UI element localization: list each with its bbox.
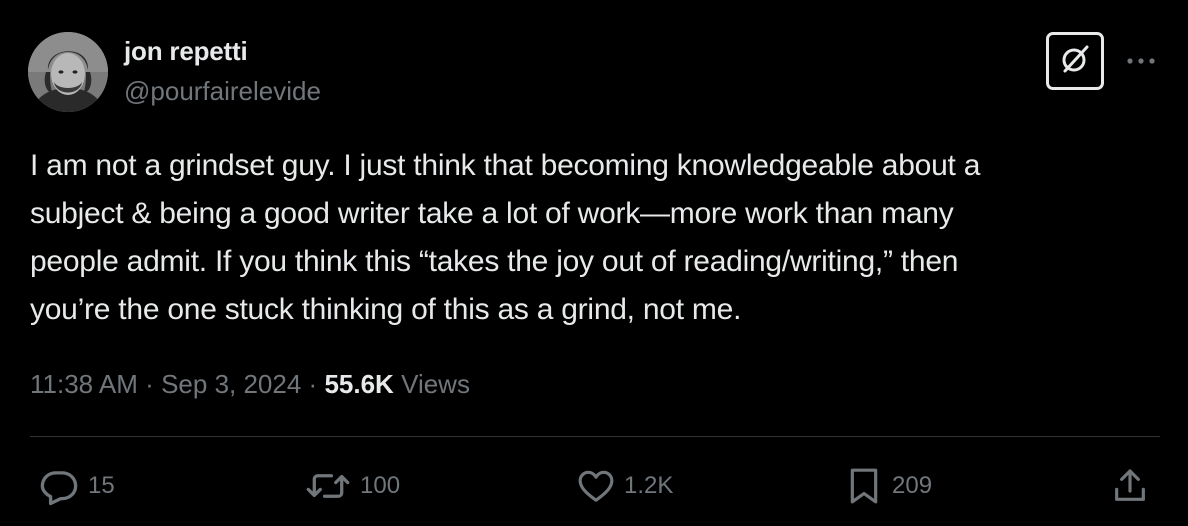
meta-separator: · — [308, 369, 318, 399]
post-date[interactable]: Sep 3, 2024 — [161, 369, 301, 399]
display-name[interactable]: jon repetti — [124, 34, 321, 68]
repost-icon — [304, 465, 352, 507]
user-handle[interactable]: @pourfairelevide — [124, 74, 321, 108]
author-info: jon repetti @pourfairelevide — [124, 34, 321, 108]
divider — [30, 436, 1160, 437]
meta-separator: · — [145, 369, 154, 399]
reply-button[interactable]: 15 — [38, 462, 115, 510]
like-button[interactable]: 1.2K — [576, 462, 673, 510]
like-count: 1.2K — [624, 472, 674, 499]
grok-button[interactable] — [1046, 32, 1104, 90]
heart-icon — [576, 466, 616, 506]
bookmark-button[interactable]: 209 — [844, 462, 932, 510]
post-text: I am not a grindset guy. I just think th… — [30, 149, 981, 326]
views-count: 55.6K — [324, 369, 394, 399]
reply-icon — [38, 465, 80, 507]
action-bar: 15 100 1.2K 209 — [0, 462, 1188, 510]
grok-icon — [1058, 42, 1092, 81]
post-metadata: 11:38 AM · Sep 3, 2024 · 55.6K Views — [30, 364, 470, 404]
more-horizontal-icon — [1126, 52, 1156, 70]
post-time[interactable]: 11:38 AM — [30, 369, 138, 399]
more-options-button[interactable] — [1124, 48, 1158, 74]
views-label: Views — [401, 369, 470, 399]
reply-count: 15 — [88, 472, 115, 499]
bookmark-count: 209 — [892, 472, 933, 499]
post-header: jon repetti @pourfairelevide — [28, 30, 1168, 114]
avatar[interactable] — [28, 32, 108, 112]
share-button[interactable] — [1110, 462, 1150, 510]
repost-button[interactable]: 100 — [304, 462, 400, 510]
bookmark-icon — [844, 465, 884, 507]
share-icon — [1110, 466, 1150, 506]
repost-count: 100 — [360, 472, 401, 499]
